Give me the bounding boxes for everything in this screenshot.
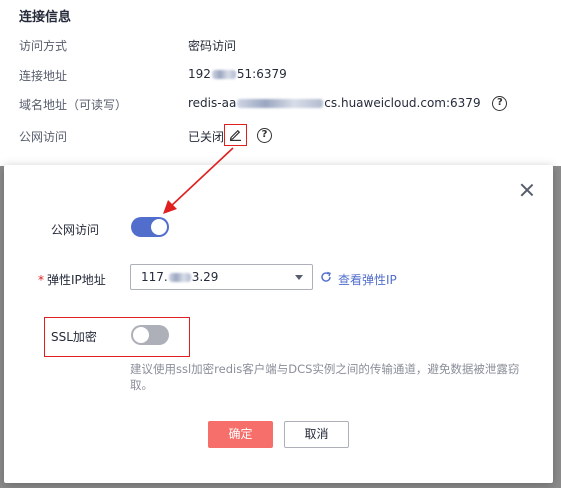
connection-address-value: 192 51:6379 [188, 67, 287, 81]
section-title: 连接信息 [19, 10, 72, 25]
public-access-value: 已关闭 [188, 130, 225, 144]
view-elastic-ip-link[interactable]: 查看弹性IP [338, 271, 397, 288]
domain-address-label: 域名地址（可读写） [19, 98, 128, 112]
close-icon[interactable] [520, 183, 534, 197]
connection-info-panel: 连接信息 访问方式 密码访问 连接地址 192 51:6379 域名地址（可读写）… [0, 0, 561, 166]
edit-button-highlight[interactable] [224, 124, 247, 146]
ssl-field-label: SSL加密 [51, 330, 97, 344]
toggle-knob [151, 219, 167, 235]
redacted-text [237, 99, 324, 108]
public-access-toggle[interactable] [131, 217, 169, 237]
elastic-ip-select[interactable]: 117. 3.29 [130, 264, 313, 290]
redacted-text [168, 273, 191, 282]
confirm-button[interactable]: 确定 [208, 421, 273, 448]
ssl-hint-text: 建议使用ssl加密redis客户端与DCS实例之间的传输通道，避免数据被泄露窃取… [130, 362, 520, 392]
toggle-knob [133, 327, 149, 343]
public-access-label: 公网访问 [19, 130, 68, 144]
redacted-text [211, 70, 236, 79]
public-access-dialog: 公网访问 * 弹性IP地址 117. 3.29 查看弹性IP SSL加密 建议使用s… [4, 165, 553, 483]
question-circle-icon[interactable]: ? [492, 96, 508, 111]
connection-address-label: 连接地址 [19, 69, 68, 83]
chevron-down-icon [295, 275, 303, 280]
elastic-ip-field-label: * 弹性IP地址 [38, 273, 106, 287]
ssl-toggle[interactable] [131, 325, 169, 345]
refresh-icon[interactable] [320, 271, 332, 283]
domain-address-value: redis-aa cs.huaweicloud.com:6379 ? [188, 96, 508, 111]
question-circle-icon[interactable]: ? [257, 128, 272, 143]
access-method-value: 密码访问 [188, 39, 237, 53]
access-method-label: 访问方式 [19, 39, 68, 53]
required-star-icon: * [38, 273, 44, 287]
cancel-button[interactable]: 取消 [284, 421, 349, 448]
pencil-edit-icon[interactable] [229, 128, 242, 141]
public-access-field-label: 公网访问 [51, 223, 100, 237]
